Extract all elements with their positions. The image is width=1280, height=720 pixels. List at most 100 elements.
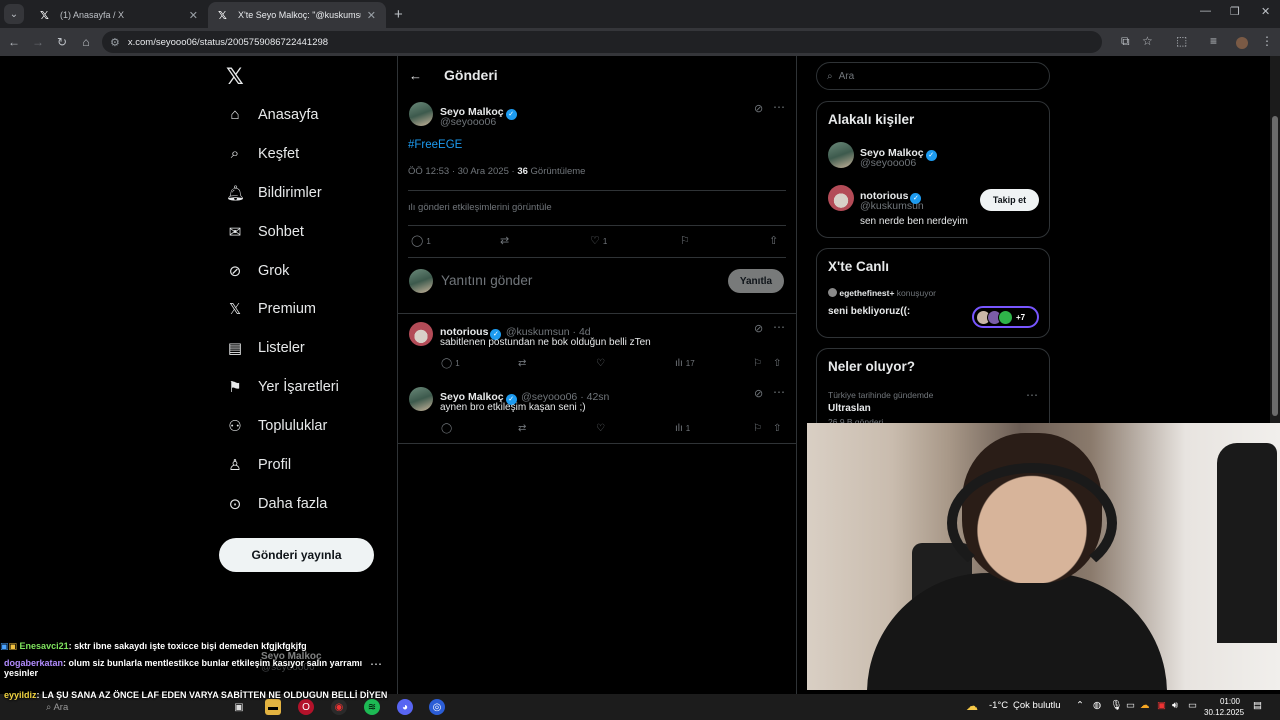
search-input[interactable]: ⌕ Ara xyxy=(816,62,1050,90)
scrollbar-thumb[interactable] xyxy=(1272,116,1278,416)
bookmark-button[interactable]: ⚐ xyxy=(680,234,690,249)
extensions-icon[interactable]: ⬚ xyxy=(1176,34,1187,48)
forward-icon[interactable]: → xyxy=(26,35,50,49)
weather-desc[interactable]: Çok bulutlu xyxy=(1013,700,1061,711)
file-explorer-icon[interactable]: ▬ xyxy=(265,699,281,715)
tab-post[interactable]: 𝕏 X'te Seyo Malkoç: "@kuskumsu ✕ xyxy=(208,2,386,28)
grok-icon[interactable]: ⊘ xyxy=(754,322,763,335)
more-icon[interactable]: ⋯ xyxy=(1026,388,1038,402)
microphone-icon[interactable]: 🎙︎ xyxy=(1110,700,1122,711)
nav-profile[interactable]: ♙ Profil xyxy=(226,456,291,474)
back-icon[interactable]: ← xyxy=(2,35,26,49)
grok-icon[interactable]: ⊘ xyxy=(754,102,763,115)
cloud-sync-icon[interactable]: ☁ xyxy=(1140,700,1150,711)
media-app-icon[interactable]: ◉ xyxy=(331,699,347,715)
share-button[interactable]: ⇧ xyxy=(773,423,781,436)
more-icon[interactable]: ⋯ xyxy=(773,385,785,399)
analytics-link[interactable]: ılı gönderi etkileşimlerini görüntüle xyxy=(408,202,552,213)
bookmark-button[interactable]: ⚐ xyxy=(753,358,762,371)
taskbar-search[interactable]: ⌕ Ara xyxy=(46,702,68,713)
trend-name[interactable]: Ultraslan xyxy=(828,403,871,414)
grok-icon[interactable]: ⊘ xyxy=(754,387,763,400)
more-icon[interactable]: ⋯ xyxy=(773,320,785,334)
live-listeners[interactable]: +7 xyxy=(972,306,1039,328)
follow-button[interactable]: Takip et xyxy=(980,189,1039,211)
clock[interactable]: 01:00 30.12.2025 xyxy=(1204,696,1244,718)
post-button[interactable]: Gönderi yayınla xyxy=(219,538,374,572)
nav-communities[interactable]: ⚇ Topluluklar xyxy=(226,417,327,435)
cast-icon[interactable]: ⧉ xyxy=(1121,34,1130,49)
page-scrollbar[interactable] xyxy=(1270,56,1280,423)
menu-dots-icon[interactable]: ⋮ xyxy=(1261,34,1273,48)
views-button[interactable]: ılı 1 xyxy=(675,423,690,436)
restore-icon[interactable]: ❐ xyxy=(1230,5,1240,18)
spotify-icon[interactable]: ≋ xyxy=(364,699,380,715)
tray-app-icon[interactable]: ▭ xyxy=(1126,700,1135,711)
reply-text[interactable]: sabitlenen postundan ne bok olduğun bell… xyxy=(440,337,651,348)
tray-app-icon[interactable]: ◍ xyxy=(1093,700,1101,711)
tray-app-icon[interactable]: ▣ xyxy=(1157,700,1166,711)
reload-icon[interactable]: ↻ xyxy=(50,35,74,49)
nav-premium[interactable]: 𝕏 Premium xyxy=(226,300,316,318)
post-time[interactable]: ÖÖ 12:53 · 30 Ara 2025 · xyxy=(408,166,515,177)
network-icon[interactable]: ▭ xyxy=(1188,700,1197,711)
tab-home[interactable]: 𝕏 (1) Anasayfa / X ✕ xyxy=(30,2,208,28)
reply-text[interactable]: aynen bro etkileşim kaşan seni ;) xyxy=(440,402,586,413)
new-tab-icon[interactable]: + xyxy=(394,6,403,23)
nav-lists[interactable]: ▤ Listeler xyxy=(226,339,305,357)
post-text[interactable]: #FreeEGE xyxy=(408,139,462,151)
chrome-icon[interactable]: ◎ xyxy=(429,699,445,715)
minimize-icon[interactable]: — xyxy=(1200,5,1211,17)
back-arrow-icon[interactable]: ← xyxy=(409,68,422,83)
nav-home[interactable]: ⌂ Anasayfa xyxy=(226,106,318,123)
weather-temp[interactable]: -1°C xyxy=(989,700,1008,711)
share-button[interactable]: ⇧ xyxy=(773,358,781,371)
avatar[interactable] xyxy=(409,102,433,126)
nav-notifications[interactable]: 🔔︎ Bildirimler xyxy=(226,184,322,202)
tray-chevron-icon[interactable]: ⌃ xyxy=(1076,700,1084,711)
window-close-icon[interactable]: ✕ xyxy=(1261,5,1270,18)
home-icon[interactable]: ⌂ xyxy=(74,35,98,49)
nav-bookmarks[interactable]: ⚑ Yer İşaretleri xyxy=(226,378,339,396)
reply-button[interactable]: ◯ 1 xyxy=(411,234,431,249)
views-button[interactable]: ılı 17 xyxy=(675,358,695,371)
repost-button[interactable]: ⇄ xyxy=(518,358,526,371)
nav-more[interactable]: ⊙ Daha fazla xyxy=(226,495,328,513)
repost-button[interactable]: ⇄ xyxy=(500,234,509,249)
like-button[interactable]: ♡ 1 xyxy=(590,234,607,249)
live-card[interactable]: X'te Canlı egethefinest+ konuşuyor seni … xyxy=(816,248,1050,338)
url-field[interactable]: ⚙ x.com/seyooo06/status/2005759086722441… xyxy=(102,31,1102,53)
reply-input[interactable]: Yanıtını gönder xyxy=(441,273,532,288)
share-button[interactable]: ⇧ xyxy=(769,234,778,249)
opera-icon[interactable]: O xyxy=(298,699,314,715)
avatar[interactable] xyxy=(409,322,433,346)
close-icon[interactable]: ✕ xyxy=(367,9,376,22)
reply-button[interactable]: ◯ 1 xyxy=(441,358,460,371)
bookmark-icon: ⚐ xyxy=(753,423,762,434)
volume-icon[interactable]: 🔊︎ xyxy=(1172,700,1178,711)
site-info-icon[interactable]: ⚙ xyxy=(110,36,120,49)
like-button[interactable]: ♡ xyxy=(596,423,605,436)
task-view-icon[interactable]: ▣ xyxy=(231,699,247,715)
avatar[interactable] xyxy=(828,185,854,211)
discord-icon[interactable]: ◕ xyxy=(397,699,413,715)
reply-submit-button[interactable]: Yanıtla xyxy=(728,269,784,293)
notifications-icon[interactable]: ▤ xyxy=(1253,700,1262,711)
reply-button[interactable]: ◯ xyxy=(441,423,452,436)
reading-list-icon[interactable]: ≡ xyxy=(1210,34,1217,48)
bookmark-star-icon[interactable]: ☆ xyxy=(1142,34,1153,48)
avatar[interactable] xyxy=(409,387,433,411)
nav-explore[interactable]: ⌕ Keşfet xyxy=(226,145,299,162)
repost-button[interactable]: ⇄ xyxy=(518,423,526,436)
profile-avatar[interactable] xyxy=(1236,37,1248,49)
like-button[interactable]: ♡ xyxy=(596,358,605,371)
tab-search-icon[interactable]: ⌄ xyxy=(4,4,24,24)
bookmark-button[interactable]: ⚐ xyxy=(753,423,762,436)
more-icon[interactable]: ⋯ xyxy=(773,100,785,114)
close-icon[interactable]: ✕ xyxy=(189,9,198,22)
avatar[interactable] xyxy=(828,142,854,168)
nav-grok[interactable]: ⊘ Grok xyxy=(226,262,290,280)
nav-messages[interactable]: ✉ Sohbet xyxy=(226,223,304,241)
x-logo-icon[interactable]: 𝕏 xyxy=(226,64,244,90)
weather-icon[interactable]: ☁ xyxy=(966,699,978,713)
